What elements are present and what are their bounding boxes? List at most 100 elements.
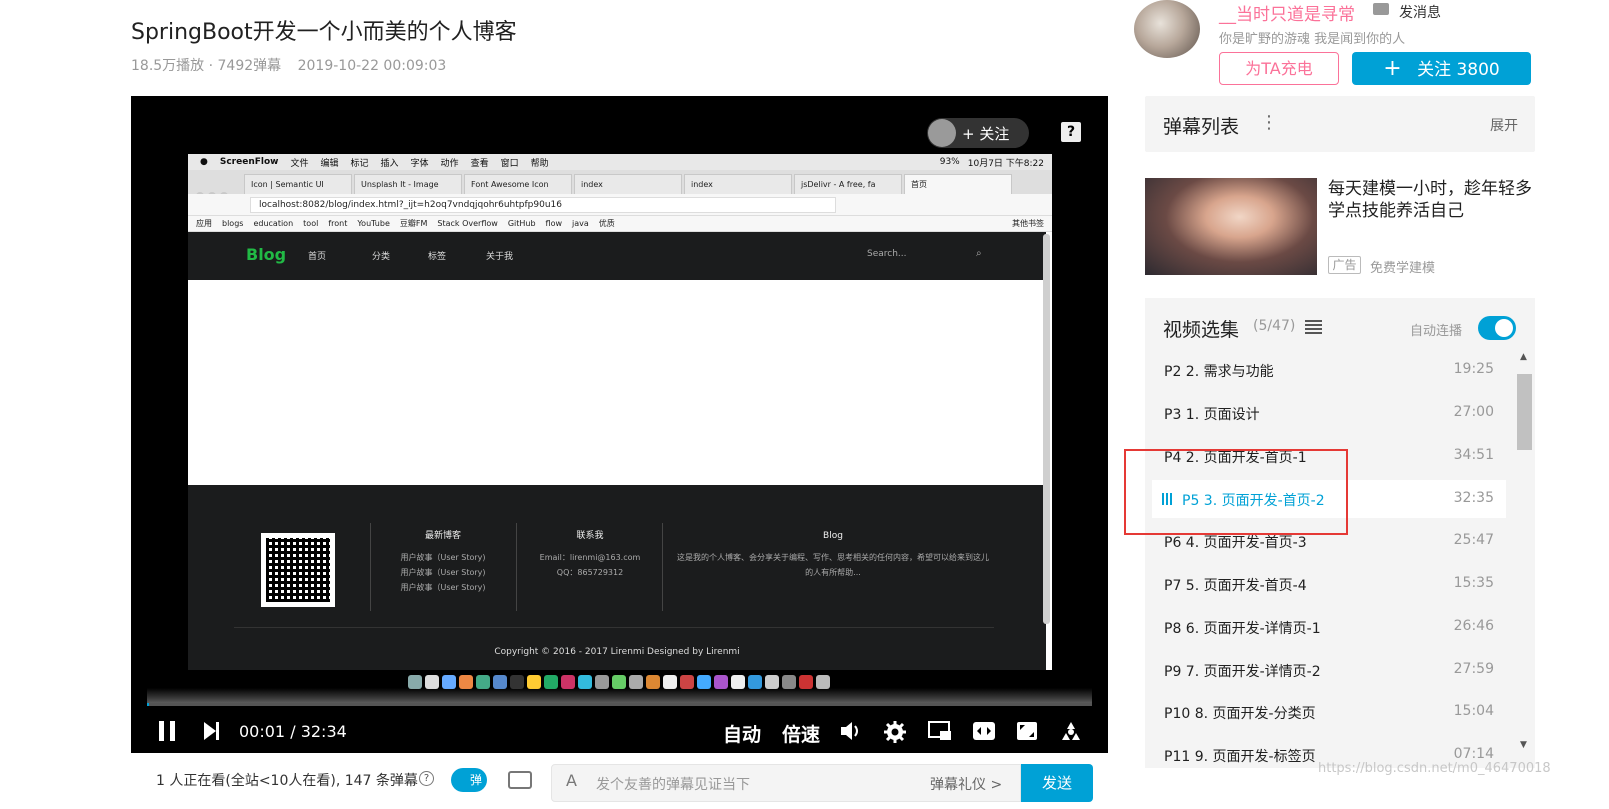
uploader-name[interactable]: __当时只道是寻常 bbox=[1219, 0, 1355, 25]
plus-icon: + bbox=[1383, 56, 1402, 81]
bookmark: YouTube bbox=[357, 219, 390, 228]
series-scroll-thumb[interactable] bbox=[1517, 374, 1532, 450]
time-current: 00:01 bbox=[239, 722, 286, 741]
time-display: 00:01 / 32:34 bbox=[239, 722, 347, 741]
episode-duration: 19:25 bbox=[1453, 361, 1494, 377]
mini-player-icon[interactable] bbox=[1060, 721, 1082, 748]
progress-bar[interactable] bbox=[147, 703, 1092, 706]
danmaku-etiquette-link[interactable]: 弹幕礼仪 > bbox=[930, 774, 1002, 794]
video-frame-desktop: ● ScreenFlow 文件 编辑 标记 插入 字体 动作 查看 窗口 帮助 … bbox=[188, 154, 1052, 670]
episode-item[interactable]: P3 1. 页面设计 27:00 bbox=[1152, 394, 1506, 432]
send-message-link[interactable]: 发消息 bbox=[1399, 2, 1441, 22]
bookmark: flow bbox=[545, 219, 563, 228]
episode-item[interactable]: P9 7. 页面开发-详情页-2 27:59 bbox=[1152, 651, 1506, 689]
autoplay-toggle[interactable] bbox=[1478, 316, 1516, 340]
time-total: 32:34 bbox=[300, 722, 347, 741]
quality-button[interactable]: 自动 bbox=[723, 720, 761, 747]
danmaku-list-panel: 弹幕列表 ⋮ 展开 bbox=[1145, 96, 1535, 152]
volume-icon[interactable] bbox=[841, 721, 863, 746]
address-bar: localhost:8082/blog/index.html?_ijt=h2oq… bbox=[250, 197, 836, 213]
mac-menubar: ● ScreenFlow 文件 编辑 标记 插入 字体 动作 查看 窗口 帮助 … bbox=[188, 154, 1052, 170]
blog-logo: Blog bbox=[246, 245, 287, 264]
episode-item[interactable]: P7 5. 页面开发-首页-4 15:35 bbox=[1152, 565, 1506, 603]
danmaku-input[interactable]: A 发个友善的弹幕见证当下 弹幕礼仪 > bbox=[551, 764, 1021, 802]
font-style-icon[interactable]: A bbox=[566, 771, 577, 790]
apple-icon: ● bbox=[200, 157, 208, 167]
follow-button[interactable]: + 关注 3800 bbox=[1352, 52, 1531, 85]
settings-gear-icon[interactable] bbox=[884, 721, 906, 748]
qr-code bbox=[261, 533, 335, 607]
next-icon[interactable] bbox=[204, 722, 220, 740]
footer-col-contact: 联系我 Email：lirenmi@163.com QQ：865729312 bbox=[530, 529, 650, 580]
search-icon: ⌕ bbox=[976, 248, 982, 259]
series-title: 视频选集 bbox=[1163, 319, 1240, 341]
menubar-item: ScreenFlow bbox=[219, 157, 279, 167]
widescreen-icon[interactable] bbox=[972, 721, 996, 746]
list-view-icon[interactable] bbox=[1305, 320, 1322, 334]
speed-button[interactable]: 倍速 bbox=[782, 720, 820, 747]
scroll-down-arrow-icon[interactable]: ▼ bbox=[1520, 740, 1527, 750]
scroll-up-arrow-icon[interactable]: ▲ bbox=[1520, 352, 1527, 362]
episode-duration: 25:47 bbox=[1453, 532, 1494, 548]
danmaku-toggle[interactable]: 弹 bbox=[451, 768, 487, 792]
help-icon[interactable]: ? bbox=[419, 771, 434, 786]
footer-col-latest: 最新博客 用户故事（User Story) 用户故事（User Story) 用… bbox=[388, 529, 498, 595]
bookmark: 优质 bbox=[598, 219, 615, 228]
video-player[interactable]: + 关注 ? ● ScreenFlow 文件 编辑 标记 插入 字体 动作 查看… bbox=[131, 96, 1108, 753]
bookmark: front bbox=[328, 219, 348, 228]
fullscreen-icon[interactable] bbox=[1016, 721, 1038, 746]
episode-label: P7 5. 页面开发-首页-4 bbox=[1164, 578, 1307, 594]
ad-title[interactable]: 每天建模一小时，趁年轻多学点技能养活自己 bbox=[1328, 178, 1538, 222]
menubar-item: 查看 bbox=[470, 158, 489, 169]
uploader-avatar[interactable] bbox=[1134, 0, 1200, 58]
bookmark: 其他书签 bbox=[1012, 219, 1044, 228]
help-icon[interactable]: ? bbox=[1061, 122, 1081, 142]
blog-nav-item: 标签 bbox=[428, 252, 447, 262]
blog-search-text: Search... bbox=[867, 249, 907, 259]
browser-tab-active: 首页 bbox=[904, 174, 1012, 194]
pip-icon[interactable] bbox=[928, 721, 952, 746]
episode-item[interactable]: P8 6. 页面开发-详情页-1 26:46 bbox=[1152, 608, 1506, 646]
blog-body bbox=[188, 280, 1046, 485]
footer-item: 用户故事（User Story) bbox=[400, 568, 486, 577]
ad-source: 免费学建模 bbox=[1370, 261, 1436, 276]
overlay-follow-label: + 关注 bbox=[962, 124, 1010, 143]
episode-duration: 15:04 bbox=[1453, 703, 1494, 719]
bookmark: 豆瓣FM bbox=[399, 219, 428, 228]
episode-label: P11 9. 页面开发-标签页 bbox=[1164, 749, 1316, 765]
episode-item[interactable]: P10 8. 页面开发-分类页 15:04 bbox=[1152, 693, 1506, 731]
bookmark: Stack Overflow bbox=[437, 219, 498, 228]
browser-tab: index bbox=[684, 174, 792, 194]
bookmark: education bbox=[253, 219, 294, 228]
series-count: (5/47) bbox=[1253, 318, 1296, 334]
menubar-item: 字体 bbox=[410, 158, 429, 169]
browser-tab: Font Awesome Icon bbox=[464, 174, 572, 194]
ad-badge: 广告 bbox=[1328, 256, 1361, 274]
overlay-follow-button[interactable]: + 关注 bbox=[927, 118, 1029, 148]
episode-item[interactable]: P2 2. 需求与功能 19:25 bbox=[1152, 351, 1506, 389]
footer-text: 这是我的个人博客、会分享关于编程、写作、思考相关的任何内容，希望可以给来到这儿的… bbox=[677, 553, 989, 577]
publish-date: 2019-10-22 00:09:03 bbox=[297, 58, 447, 74]
progress-fill bbox=[147, 703, 149, 706]
charge-button[interactable]: 为TA充电 bbox=[1219, 52, 1339, 85]
menubar-item: 动作 bbox=[440, 158, 459, 169]
ad-thumbnail[interactable] bbox=[1145, 178, 1317, 275]
video-title: SpringBoot开发一个小而美的个人博客 bbox=[131, 20, 517, 45]
pause-icon[interactable] bbox=[159, 721, 177, 741]
danmaku-expand-button[interactable]: 展开 bbox=[1490, 115, 1518, 135]
browser-tab: Icon | Semantic UI bbox=[244, 174, 352, 194]
blog-nav-item: 关于我 bbox=[486, 252, 514, 262]
episode-label: P2 2. 需求与功能 bbox=[1164, 364, 1274, 380]
more-menu-icon[interactable]: ⋮ bbox=[1260, 112, 1278, 133]
danmaku-settings-icon[interactable] bbox=[508, 771, 532, 789]
uploader-signature: 你是旷野的游魂 我是闻到你的人 bbox=[1219, 32, 1406, 47]
envelope-icon[interactable] bbox=[1373, 3, 1389, 15]
blog-navbar: Blog 首页 分类 标签 关于我 Search... ⌕ bbox=[188, 232, 1046, 280]
browser-tab: Unsplash It - Image bbox=[354, 174, 462, 194]
send-danmaku-button[interactable]: 发送 bbox=[1021, 764, 1093, 802]
progress-wave bbox=[147, 688, 1092, 704]
episode-label: P3 1. 页面设计 bbox=[1164, 407, 1260, 423]
browser-tab: jsDelivr - A free, fa bbox=[794, 174, 902, 194]
viewer-count: 1 人正在看(全站<10人在看), 147 条弹幕 bbox=[156, 773, 418, 789]
danmaku-input-placeholder: 发个友善的弹幕见证当下 bbox=[596, 777, 750, 793]
